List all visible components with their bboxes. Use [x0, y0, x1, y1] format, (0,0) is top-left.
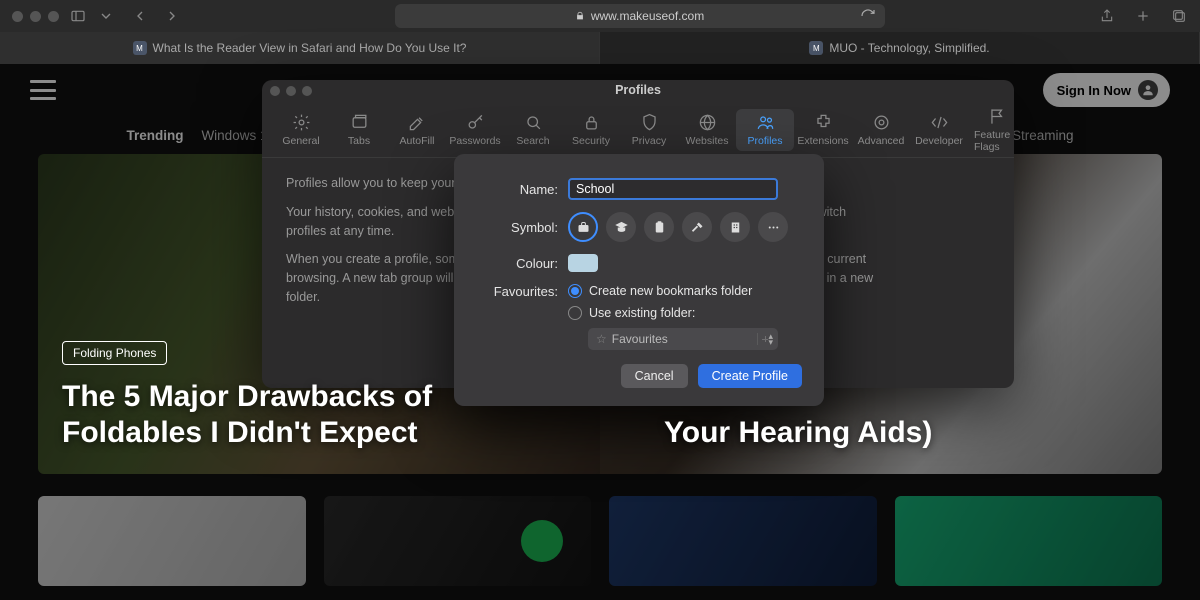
address-bar[interactable]: www.makeuseof.com: [395, 4, 885, 28]
maximize-window[interactable]: [48, 11, 59, 22]
forward-icon[interactable]: [163, 7, 181, 25]
close-window[interactable]: [12, 11, 23, 22]
hero-title: The 5 Major Drawbacks of Foldables I Did…: [62, 379, 546, 450]
window-controls: [12, 11, 59, 22]
reload-icon[interactable]: [859, 7, 877, 25]
tab-title: MUO - Technology, Simplified.: [829, 41, 989, 55]
colour-label: Colour:: [476, 256, 568, 271]
tab-overview-icon[interactable]: [1170, 7, 1188, 25]
tab-title: What Is the Reader View in Safari and Ho…: [153, 41, 467, 55]
tab-bar: M What Is the Reader View in Safari and …: [0, 32, 1200, 64]
hammer-icon[interactable]: [682, 212, 712, 242]
tab-tabs[interactable]: Tabs: [330, 109, 388, 151]
radio-icon: [568, 306, 582, 320]
browser-tab[interactable]: M What Is the Reader View in Safari and …: [0, 32, 600, 64]
url-text: www.makeuseof.com: [591, 9, 704, 23]
symbol-label: Symbol:: [476, 220, 568, 235]
star-icon: ☆: [596, 332, 607, 346]
favourites-label: Favourites:: [476, 284, 568, 299]
share-icon[interactable]: [1098, 7, 1116, 25]
building-icon[interactable]: [720, 212, 750, 242]
lock-icon: [575, 11, 585, 21]
tab-extensions[interactable]: Extensions: [794, 109, 852, 151]
tab-feature-flags[interactable]: Feature Flags: [968, 103, 1014, 157]
chevron-updown-icon: ▴▾: [768, 333, 772, 345]
tab-websites[interactable]: Websites: [678, 109, 736, 151]
profile-name-input[interactable]: [568, 178, 778, 200]
tab-security[interactable]: Security: [562, 109, 620, 151]
tab-autofill[interactable]: AutoFill: [388, 109, 446, 151]
radio-icon: [568, 284, 582, 298]
name-label: Name:: [476, 182, 568, 197]
hero-title: Your Hearing Aids): [664, 415, 1148, 450]
tab-passwords[interactable]: Passwords: [446, 109, 504, 151]
tab-developer[interactable]: Developer: [910, 109, 968, 151]
minimize-window[interactable]: [30, 11, 41, 22]
favourites-existing-option[interactable]: Use existing folder:: [568, 306, 802, 320]
create-profile-button[interactable]: Create Profile: [698, 364, 802, 388]
tab-general[interactable]: General: [272, 109, 330, 151]
briefcase-icon[interactable]: [568, 212, 598, 242]
more-icon[interactable]: [758, 212, 788, 242]
folder-dropdown[interactable]: ☆ Favourites ▴▾: [588, 328, 778, 350]
favicon-icon: M: [809, 41, 823, 55]
create-profile-dialog: Name: Symbol: Colour: Favourites: Create…: [454, 154, 824, 406]
browser-tab[interactable]: M MUO - Technology, Simplified.: [600, 32, 1200, 64]
cancel-button[interactable]: Cancel: [621, 364, 688, 388]
category-tag: Folding Phones: [62, 341, 167, 365]
back-icon[interactable]: [131, 7, 149, 25]
browser-toolbar: www.makeuseof.com: [0, 0, 1200, 32]
tab-profiles[interactable]: Profiles: [736, 109, 794, 151]
settings-titlebar: Profiles: [262, 80, 1014, 102]
clipboard-icon[interactable]: [644, 212, 674, 242]
tab-advanced[interactable]: Advanced: [852, 109, 910, 151]
colour-picker[interactable]: [568, 254, 598, 272]
favicon-icon: M: [133, 41, 147, 55]
sidebar-toggle-icon[interactable]: [69, 7, 87, 25]
favourites-create-option[interactable]: Create new bookmarks folder: [568, 284, 802, 298]
symbol-picker: [568, 212, 802, 242]
chevron-down-icon[interactable]: [97, 7, 115, 25]
graduation-icon[interactable]: [606, 212, 636, 242]
new-tab-icon[interactable]: [1134, 7, 1152, 25]
tab-search[interactable]: Search: [504, 109, 562, 151]
settings-tabbar: General Tabs AutoFill Passwords Search S…: [262, 102, 1014, 158]
settings-title: Profiles: [262, 83, 1014, 97]
tab-privacy[interactable]: Privacy: [620, 109, 678, 151]
